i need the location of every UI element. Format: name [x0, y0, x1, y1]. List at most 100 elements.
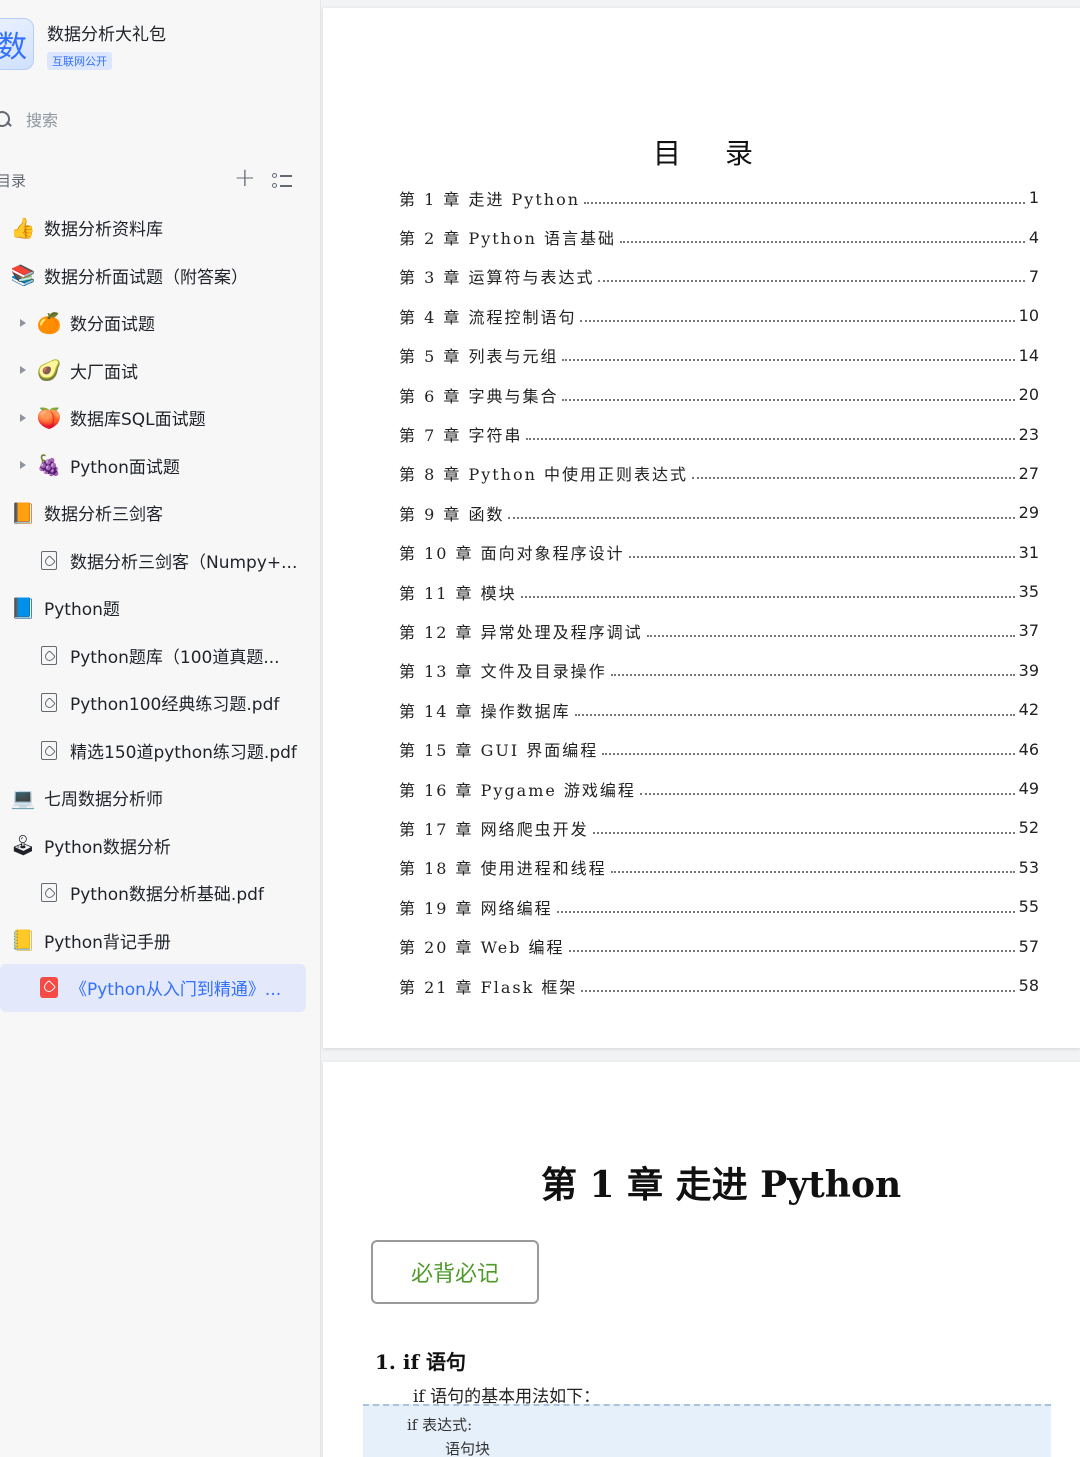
- knowledge-base-title[interactable]: 数据分析大礼包: [47, 20, 166, 45]
- peach-icon: 🍑: [36, 405, 62, 430]
- toc-entry-title: 第 7 章 字符串: [399, 426, 523, 446]
- sidebar-item[interactable]: 📙 数据分析三剑客: [0, 489, 310, 537]
- sidebar-item[interactable]: 🕹 Python数据分析: [0, 822, 310, 870]
- toc-entry-title: 第 17 章 网络爬虫开发: [399, 819, 589, 839]
- sidebar-item[interactable]: 👍 数据分析资料库: [0, 204, 310, 252]
- toc-entry[interactable]: 第 17 章 网络爬虫开发 52: [399, 808, 1039, 847]
- sidebar-item-label: 数据分析面试题（附答案）: [44, 267, 248, 288]
- expand-arrow-icon[interactable]: [20, 366, 26, 375]
- pdf-file-icon: [36, 548, 62, 572]
- memo-box: 必背必记: [371, 1240, 539, 1304]
- sidebar-item[interactable]: 📚 数据分析面试题（附答案）: [0, 252, 310, 300]
- toc-entry[interactable]: 第 12 章 异常处理及程序调试 37: [399, 611, 1039, 650]
- toc-entry-page: 23: [1018, 424, 1039, 444]
- search-placeholder: 搜索: [26, 111, 59, 130]
- books-icon: 📚: [10, 263, 36, 288]
- toc-leader-dots: [526, 438, 1015, 441]
- toc-leader-dots: [620, 241, 1025, 244]
- toc-leader-dots: [610, 674, 1015, 677]
- sidebar-item[interactable]: 精选150道python练习题.pdf: [0, 727, 310, 775]
- sidebar-item[interactable]: 📒 Python背记手册: [0, 917, 310, 965]
- sidebar-item-label: 大厂面试: [70, 362, 138, 383]
- expand-arrow-icon[interactable]: [20, 461, 26, 470]
- document-viewer[interactable]: 目录 第 1 章 走进 Python 1 第 2 章 Python 语言基础 4 第 3…: [320, 0, 1080, 1457]
- toc-entry-page: 39: [1018, 660, 1039, 680]
- pdf-page-chapter-1: 第 1 章 走进 Python 必背必记 1. if 语句 if 语句的基本用法…: [323, 1062, 1080, 1457]
- expand-arrow-icon[interactable]: [20, 413, 26, 422]
- pdf-file-icon: [36, 881, 62, 905]
- orange-book-icon: 📙: [10, 500, 36, 525]
- toc-entry[interactable]: 第 5 章 列表与元组 14: [399, 336, 1039, 375]
- pdf-file-icon: [36, 738, 62, 762]
- chapter-title: 第 1 章 走进 Python: [541, 1164, 902, 1206]
- toc-entry[interactable]: 第 16 章 Pygame 游戏编程 49: [399, 769, 1039, 808]
- sidebar-item-label: 数据分析三剑客（Numpy+...: [70, 552, 298, 573]
- toc-entry-page: 46: [1018, 739, 1039, 759]
- toc-entry-page: 10: [1018, 306, 1039, 326]
- toc-title: 目录: [653, 137, 798, 170]
- toc-leader-dots: [562, 359, 1015, 362]
- toc-leader-dots: [556, 910, 1015, 913]
- toc-entry-page: 29: [1018, 503, 1039, 523]
- sidebar-item-label: Python100经典练习题.pdf: [70, 695, 280, 716]
- sidebar-item[interactable]: 数据分析三剑客（Numpy+...: [0, 537, 310, 585]
- sidebar-item[interactable]: 💻 七周数据分析师: [0, 774, 310, 822]
- toc-leader-dots: [581, 989, 1015, 992]
- toc-entry-page: 1: [1028, 188, 1039, 208]
- expand-arrow-icon[interactable]: [20, 318, 26, 327]
- search-icon: [0, 109, 14, 129]
- sidebar-item[interactable]: 🍇 Python面试题: [0, 442, 310, 490]
- toc-entry[interactable]: 第 2 章 Python 语言基础 4: [399, 217, 1039, 256]
- sidebar-item[interactable]: Python100经典练习题.pdf: [0, 679, 310, 727]
- sidebar-item[interactable]: Python数据分析基础.pdf: [0, 869, 310, 917]
- toc-entry-title: 第 9 章 函数: [399, 504, 505, 524]
- toc-leader-dots: [584, 201, 1025, 204]
- toc-entry[interactable]: 第 19 章 网络编程 55: [399, 887, 1039, 926]
- sidebar-item-label: Python背记手册: [44, 932, 171, 953]
- add-icon[interactable]: +: [234, 165, 256, 191]
- toc-entry[interactable]: 第 4 章 流程控制语句 10: [399, 296, 1039, 335]
- sidebar-item[interactable]: Python题库（100道真题...: [0, 632, 310, 680]
- toc-entry[interactable]: 第 9 章 函数 29: [399, 493, 1039, 532]
- toc-leader-dots: [602, 753, 1015, 756]
- sidebar-item[interactable]: 《Python从入门到精通》...: [0, 964, 306, 1012]
- pdf-file-icon: [36, 643, 62, 667]
- toc-entry[interactable]: 第 20 章 Web 编程 57: [399, 926, 1039, 965]
- toc-entry[interactable]: 第 21 章 Flask 框架 58: [399, 966, 1039, 1005]
- toc-leader-dots: [562, 398, 1015, 401]
- outline-list-icon[interactable]: [272, 170, 292, 190]
- toc-entry[interactable]: 第 11 章 模块 35: [399, 572, 1039, 611]
- sidebar-item-label: 数据分析资料库: [44, 220, 163, 241]
- section-title: 1. if 语句: [375, 1350, 467, 1374]
- toc-entry[interactable]: 第 7 章 字符串 23: [399, 414, 1039, 453]
- toc-leader-dots: [692, 477, 1015, 480]
- toc-entry-title: 第 18 章 使用进程和线程: [399, 859, 607, 879]
- toc-entry-page: 35: [1018, 582, 1039, 602]
- sidebar-item[interactable]: 🥑 大厂面试: [0, 347, 310, 395]
- toc-entry-page: 55: [1018, 897, 1039, 917]
- toc-entry[interactable]: 第 13 章 文件及目录操作 39: [399, 651, 1039, 690]
- toc-entry-title: 第 19 章 网络编程: [399, 898, 553, 918]
- toc-entry[interactable]: 第 8 章 Python 中使用正则表达式 27: [399, 454, 1039, 493]
- knowledge-base-logo[interactable]: 数: [0, 18, 34, 70]
- toc-entry-title: 第 11 章 模块: [399, 583, 517, 603]
- toc-entry-page: 58: [1018, 976, 1039, 995]
- toc-entry[interactable]: 第 15 章 GUI 界面编程 46: [399, 729, 1039, 768]
- toc-leader-dots: [592, 831, 1015, 834]
- sidebar-item[interactable]: 🍊 数分面试题: [0, 299, 310, 347]
- toc-entry-page: 27: [1018, 463, 1039, 483]
- toc-entry[interactable]: 第 6 章 字典与集合 20: [399, 375, 1039, 414]
- toc-entry[interactable]: 第 14 章 操作数据库 42: [399, 690, 1039, 729]
- toc-entry[interactable]: 第 18 章 使用进程和线程 53: [399, 848, 1039, 887]
- toc-entry-page: 57: [1018, 936, 1039, 956]
- sidebar-item-label: 《Python从入门到精通》...: [70, 980, 282, 1001]
- sidebar: 数 数据分析大礼包 互联网公开 搜索 目录 + 👍 数据分析资料库 📚 数据分析面试题…: [0, 0, 320, 1457]
- toc-entry[interactable]: 第 1 章 走进 Python 1: [399, 178, 1039, 217]
- toc-entry[interactable]: 第 3 章 运算符与表达式 7: [399, 257, 1039, 296]
- sidebar-item[interactable]: 📘 Python题: [0, 584, 310, 632]
- toc-leader-dots: [520, 595, 1015, 598]
- toc-entry[interactable]: 第 10 章 面向对象程序设计 31: [399, 533, 1039, 572]
- toc-entry-title: 第 6 章 字典与集合: [399, 386, 559, 406]
- sidebar-item[interactable]: 🍑 数据库SQL面试题: [0, 394, 310, 442]
- search-box[interactable]: 搜索: [0, 100, 304, 138]
